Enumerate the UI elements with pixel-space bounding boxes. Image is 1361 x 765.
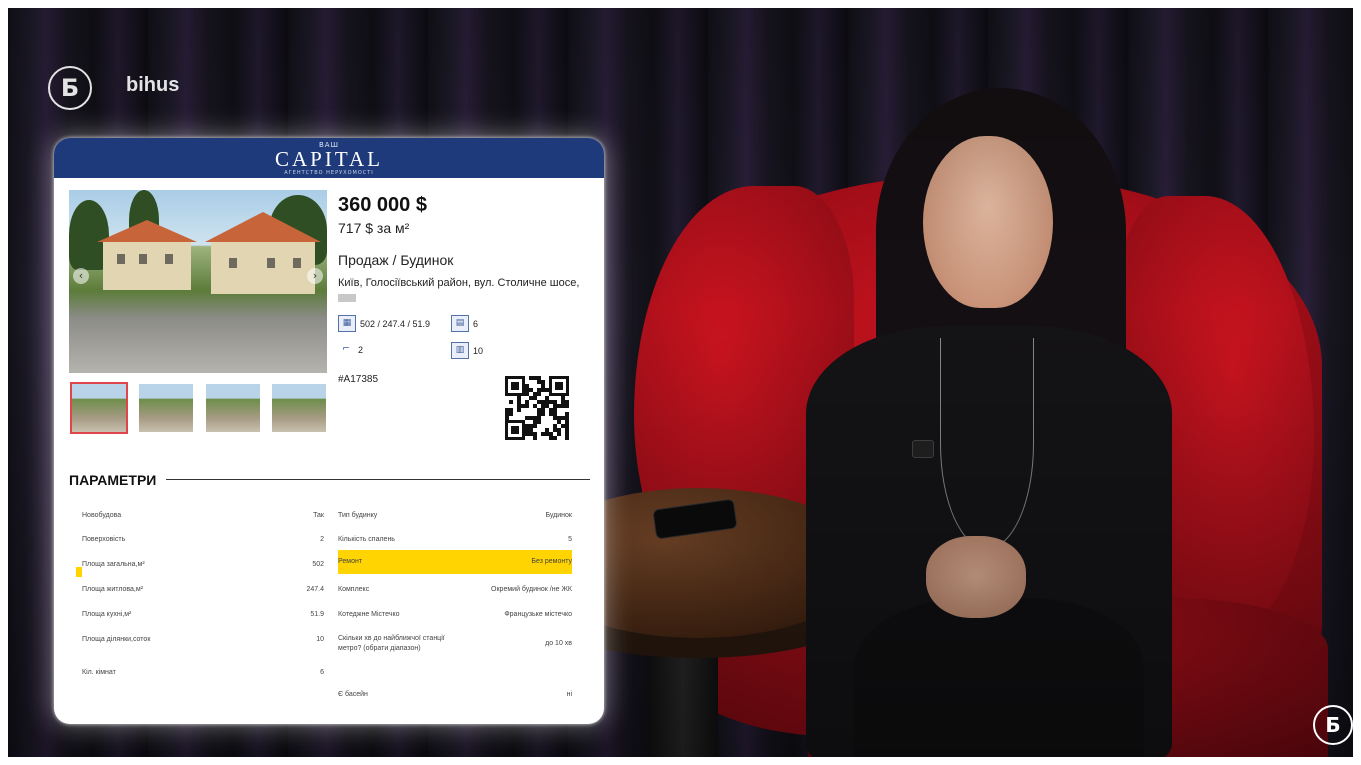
param-label: Поверховість: [82, 536, 126, 543]
spec-area: ▦ 502 / 247.4 / 51.9: [338, 315, 430, 332]
listing-price: 360 000 $: [338, 194, 427, 216]
deal-type: Продаж / Будинок: [338, 252, 454, 268]
param-value: Французьке містечко: [504, 611, 572, 618]
spec-land: ▥ 10: [451, 342, 483, 359]
param-value: 2: [320, 536, 324, 543]
param-row: Ремонт Без ремонту: [338, 550, 572, 574]
param-label: Комплекс: [338, 586, 370, 593]
param-label: Тип будинку: [338, 512, 378, 519]
param-row: Комплекс Окремий будинок /не ЖК: [338, 578, 572, 602]
presenter-face: [923, 136, 1053, 308]
presenter-hands: [926, 536, 1026, 618]
param-row: Котеджне Містечко Французьке містечко: [338, 603, 572, 627]
presenter-necklace: [940, 338, 1034, 549]
param-row: Кількість спалень 5: [338, 528, 572, 552]
params-heading: ПАРАМЕТРИ: [69, 472, 157, 488]
param-value: Так: [313, 512, 324, 519]
spec-floors-value: 2: [358, 344, 364, 355]
param-label: Площа кухні,м²: [82, 611, 132, 618]
param-value: 51.9: [310, 611, 324, 618]
param-label: Ремонт: [338, 558, 363, 565]
spec-rooms-value: 6: [473, 318, 479, 329]
param-row: Скільки хв до найближчої станції метро? …: [338, 632, 572, 672]
param-label: Є басейн: [338, 691, 368, 698]
param-value: Будинок: [545, 512, 572, 519]
param-value: Окремий будинок /не ЖК: [491, 586, 572, 593]
param-label: Площа загальна,м²: [82, 561, 145, 568]
param-row: Поверховість 2: [82, 528, 324, 552]
param-label: Площа житлова,м²: [82, 586, 144, 593]
param-row: Кіл. кімнат 6: [82, 661, 324, 685]
spec-floors: ⌐ 2: [338, 342, 363, 357]
rooms-icon: ▤: [451, 315, 469, 332]
param-row: Площа кухні,м² 51.9: [82, 603, 324, 627]
param-value: до 10 хв: [545, 640, 572, 647]
spec-rooms: ▤ 6: [451, 315, 478, 332]
param-label: Кіл. кімнат: [82, 669, 116, 676]
param-value: 502: [312, 561, 324, 568]
param-value: 247.4: [306, 586, 324, 593]
brand-name: CAPITAL: [275, 147, 383, 171]
thumbnail-4[interactable]: [272, 384, 326, 432]
house-photo[interactable]: ‹ ›: [69, 190, 327, 373]
listing-address: Київ, Голосіївський район, вул. Столичне…: [338, 276, 590, 306]
stairs-icon: ⌐: [342, 344, 350, 354]
lapel-microphone: [912, 440, 934, 458]
listing-header: ВАШ CAPITAL АГЕНТСТВО НЕРУХОМОСТІ: [54, 138, 604, 178]
param-value: 6: [320, 669, 324, 676]
video-frame: Б bihus Б ВАШ CAPITAL АГЕНТСТВО НЕРУХОМО…: [8, 8, 1353, 757]
param-label: Кількість спалень: [338, 536, 395, 543]
address-text: Київ, Голосіївський район, вул. Столичне…: [338, 277, 580, 289]
qr-code-icon[interactable]: [505, 376, 569, 440]
corner-watermark-icon: Б: [1313, 705, 1353, 745]
params-divider: [166, 479, 590, 480]
photo-prev-arrow-icon[interactable]: ‹: [73, 268, 89, 284]
bihus-logo-icon: Б: [48, 66, 92, 110]
property-listing-card: ВАШ CAPITAL АГЕНТСТВО НЕРУХОМОСТІ ‹ › 36…: [54, 138, 604, 724]
photo-next-arrow-icon[interactable]: ›: [307, 268, 323, 284]
presenter-legs: [854, 598, 1144, 757]
spec-land-value: 10: [473, 345, 484, 356]
thumbnail-2[interactable]: [139, 384, 193, 432]
param-label: Новобудова: [82, 512, 122, 519]
floor-plan-icon: ▦: [338, 315, 356, 332]
brand-tagline: АГЕНТСТВО НЕРУХОМОСТІ: [284, 170, 374, 176]
spec-area-value: 502 / 247.4 / 51.9: [360, 318, 431, 329]
param-row: Є басейн ні: [338, 683, 572, 707]
param-row: Площа ділянки,соток 10: [82, 628, 324, 652]
param-value: ні: [566, 691, 572, 698]
param-label: Скільки хв до найближчої станції метро? …: [338, 635, 445, 652]
param-label: Площа ділянки,соток: [82, 636, 151, 643]
land-plot-icon: ▥: [451, 342, 469, 359]
channel-name: bihus: [126, 74, 180, 96]
price-per-sqm: 717 $ за м²: [338, 220, 410, 236]
param-row: Тип будинку Будинок: [338, 504, 572, 528]
thumbnail-3[interactable]: [206, 384, 260, 432]
param-label: Котеджне Містечко: [338, 611, 400, 618]
listing-id: #A17385: [338, 374, 379, 385]
param-row: Площа загальна,м² 502: [82, 553, 324, 577]
param-row: Новобудова Так: [82, 504, 324, 528]
param-row: Площа житлова,м² 247.4: [82, 578, 324, 602]
param-value: 5: [568, 536, 572, 543]
param-value: 10: [316, 636, 324, 643]
thumbnail-1[interactable]: [70, 382, 128, 434]
param-value: Без ремонту: [531, 558, 572, 565]
redacted-house-number: [338, 294, 356, 303]
